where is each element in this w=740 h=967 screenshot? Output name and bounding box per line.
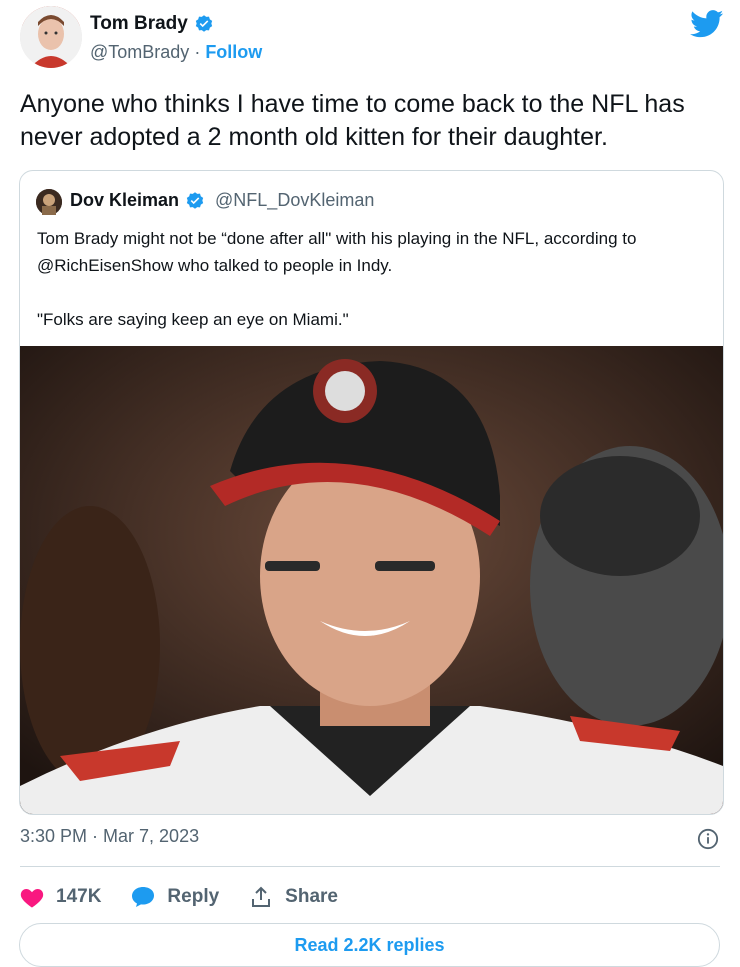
separator-dot: · [189, 42, 206, 62]
like-count: 147K [56, 886, 102, 907]
author-handle[interactable]: @TomBrady [90, 42, 189, 62]
follow-button[interactable]: Follow [205, 42, 262, 62]
tweet-timestamp[interactable]: 3:30 PM · Mar 7, 2023 [20, 826, 199, 847]
share-button[interactable]: Share [249, 886, 338, 908]
tweet-text: Anyone who thinks I have time to come ba… [20, 90, 685, 151]
share-icon [252, 886, 271, 907]
reply-button[interactable]: Reply [131, 886, 219, 908]
quoted-tweet-card[interactable]: Dov Kleiman @NFL_DovKleiman Tom Brady mi… [19, 170, 724, 815]
quoted-text: Tom Brady might not be “done after all" … [37, 229, 637, 329]
heart-icon [20, 889, 44, 908]
reply-label: Reply [167, 886, 220, 907]
quoted-handle: @NFL_DovKleiman [215, 190, 375, 210]
reply-bubble-icon [132, 887, 155, 907]
read-replies-button[interactable]: Read 2.2K replies [19, 923, 720, 967]
quoted-photo[interactable] [20, 346, 723, 814]
quoted-header: Dov Kleiman @NFL_DovKleiman [70, 190, 374, 211]
twitter-bird-icon[interactable] [690, 10, 724, 38]
share-label: Share [285, 886, 338, 907]
like-button[interactable]: 147K [20, 886, 101, 908]
author-name-row: Tom Brady [90, 13, 214, 35]
author-avatar[interactable] [20, 6, 82, 68]
author-display-name[interactable]: Tom Brady [90, 13, 188, 35]
action-bar: 147K Reply Share [20, 882, 368, 912]
divider [20, 866, 720, 867]
author-handle-row: @TomBrady · Follow [90, 42, 262, 63]
info-icon[interactable] [697, 828, 719, 850]
quoted-author-avatar [36, 189, 62, 215]
verified-badge-icon [195, 15, 213, 32]
quoted-display-name: Dov Kleiman [70, 190, 180, 210]
verified-badge-icon [186, 191, 204, 209]
